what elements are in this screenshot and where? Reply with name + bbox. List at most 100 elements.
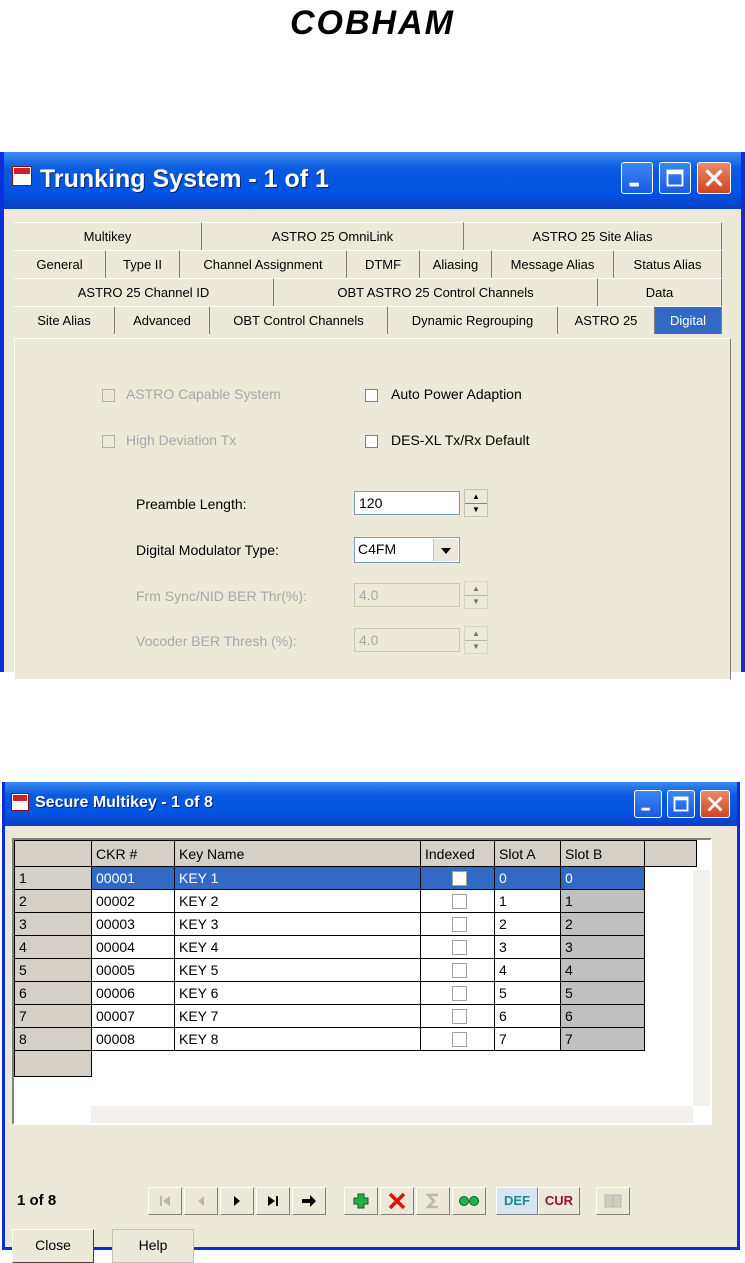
key-name-cell[interactable]: KEY 4 xyxy=(174,935,421,959)
indexed-cell[interactable] xyxy=(420,1027,495,1051)
ckr-cell[interactable]: 00004 xyxy=(91,935,175,959)
table-row[interactable]: 5 00005 KEY 5 44 xyxy=(14,958,697,982)
indexed-cell[interactable] xyxy=(420,981,495,1005)
table-row[interactable]: 4 00004 KEY 4 33 xyxy=(14,935,697,959)
indexed-cell[interactable] xyxy=(420,958,495,982)
tab-channel-assignment[interactable]: Channel Assignment xyxy=(180,250,347,278)
slot-a-cell[interactable]: 2 xyxy=(494,912,561,936)
column-header-slot-a[interactable]: Slot A xyxy=(494,840,561,867)
row-number[interactable]: 7 xyxy=(14,1004,92,1028)
digital-modulator-select[interactable]: C4FM xyxy=(354,537,460,563)
tab-dtmf[interactable]: DTMF xyxy=(347,250,420,278)
new-row[interactable] xyxy=(14,1050,697,1077)
tab-type-ii[interactable]: Type II xyxy=(106,250,180,278)
tab-astro25-site-alias[interactable]: ASTRO 25 Site Alias xyxy=(464,222,722,250)
ckr-cell[interactable]: 00005 xyxy=(91,958,175,982)
vocoder-spinner[interactable]: ▲ ▼ xyxy=(464,626,488,654)
multikey-title-bar[interactable]: Secure Multikey - 1 of 8 xyxy=(5,782,737,826)
multikey-minimize-button[interactable] xyxy=(634,790,662,818)
indexed-checkbox[interactable] xyxy=(452,1032,467,1048)
key-name-cell[interactable]: KEY 3 xyxy=(174,912,421,936)
indexed-cell[interactable] xyxy=(420,935,495,959)
link-records-button[interactable] xyxy=(452,1187,486,1215)
tab-multikey[interactable]: Multikey xyxy=(14,222,202,250)
indexed-checkbox[interactable] xyxy=(452,871,467,887)
row-number[interactable]: 1 xyxy=(14,866,92,890)
row-number[interactable]: 5 xyxy=(14,958,92,982)
new-row-header[interactable] xyxy=(14,1050,92,1077)
frm-sync-input[interactable]: 4.0 xyxy=(354,583,460,607)
add-record-button[interactable] xyxy=(344,1187,378,1215)
horizontal-scrollbar[interactable] xyxy=(91,1106,693,1123)
indexed-checkbox[interactable] xyxy=(452,963,467,979)
des-xl-checkbox[interactable] xyxy=(365,435,378,448)
key-name-cell[interactable]: KEY 8 xyxy=(174,1027,421,1051)
sort-button[interactable] xyxy=(416,1187,450,1215)
slot-a-cell[interactable]: 5 xyxy=(494,981,561,1005)
column-header-ckr[interactable]: CKR # xyxy=(91,840,175,867)
ckr-cell[interactable]: 00006 xyxy=(91,981,175,1005)
close-button-footer[interactable]: Close xyxy=(12,1229,94,1263)
row-number[interactable]: 8 xyxy=(14,1027,92,1051)
column-header-indexed[interactable]: Indexed xyxy=(420,840,495,867)
key-name-cell[interactable]: KEY 7 xyxy=(174,1004,421,1028)
frm-sync-spinner[interactable]: ▲ ▼ xyxy=(464,581,488,609)
current-values-button[interactable]: CUR xyxy=(538,1187,580,1215)
indexed-checkbox[interactable] xyxy=(452,986,467,1002)
close-button[interactable] xyxy=(697,162,731,194)
table-row[interactable]: 8 00008 KEY 8 77 xyxy=(14,1027,697,1051)
tab-aliasing[interactable]: Aliasing xyxy=(420,250,492,278)
key-name-cell[interactable]: KEY 2 xyxy=(174,889,421,913)
slot-a-cell[interactable]: 0 xyxy=(494,866,561,890)
key-name-cell[interactable]: KEY 1 xyxy=(174,866,421,890)
row-number[interactable]: 3 xyxy=(14,912,92,936)
table-row[interactable]: 1 00001 KEY 1 00 xyxy=(14,866,697,890)
previous-record-button[interactable] xyxy=(184,1187,218,1215)
tab-dynamic-regrouping[interactable]: Dynamic Regrouping xyxy=(388,306,558,334)
maximize-button[interactable] xyxy=(659,162,691,194)
delete-record-button[interactable] xyxy=(380,1187,414,1215)
row-number[interactable]: 2 xyxy=(14,889,92,913)
table-row[interactable]: 3 00003 KEY 3 22 xyxy=(14,912,697,936)
key-name-cell[interactable]: KEY 6 xyxy=(174,981,421,1005)
dropdown-arrow-icon[interactable] xyxy=(433,539,458,561)
table-row[interactable]: 7 00007 KEY 7 66 xyxy=(14,1004,697,1028)
slot-a-cell[interactable]: 7 xyxy=(494,1027,561,1051)
indexed-checkbox[interactable] xyxy=(452,917,467,933)
goto-record-button[interactable] xyxy=(292,1187,326,1215)
indexed-checkbox[interactable] xyxy=(452,894,467,910)
indexed-cell[interactable] xyxy=(420,889,495,913)
key-name-cell[interactable]: KEY 5 xyxy=(174,958,421,982)
multikey-close-button[interactable] xyxy=(700,790,730,818)
column-header-slot-b[interactable]: Slot B xyxy=(560,840,645,867)
slot-a-cell[interactable]: 1 xyxy=(494,889,561,913)
ckr-cell[interactable]: 00002 xyxy=(91,889,175,913)
next-record-button[interactable] xyxy=(220,1187,254,1215)
indexed-cell[interactable] xyxy=(420,912,495,936)
indexed-checkbox[interactable] xyxy=(452,1009,467,1025)
table-row[interactable]: 6 00006 KEY 6 55 xyxy=(14,981,697,1005)
tab-advanced[interactable]: Advanced xyxy=(115,306,210,334)
vocoder-input[interactable]: 4.0 xyxy=(354,628,460,652)
row-number[interactable]: 4 xyxy=(14,935,92,959)
help-button[interactable]: Help xyxy=(112,1229,194,1263)
title-bar[interactable]: Trunking System - 1 of 1 xyxy=(4,152,741,209)
tab-general[interactable]: General xyxy=(14,250,106,278)
tab-obt-astro25-control-channels[interactable]: OBT ASTRO 25 Control Channels xyxy=(274,278,598,306)
auto-power-adaption-checkbox[interactable] xyxy=(365,389,378,402)
book-button[interactable] xyxy=(596,1187,630,1215)
tab-astro25[interactable]: ASTRO 25 xyxy=(558,306,655,334)
astro-capable-checkbox[interactable] xyxy=(102,389,115,402)
indexed-checkbox[interactable] xyxy=(452,940,467,956)
tab-site-alias[interactable]: Site Alias xyxy=(14,306,115,334)
slot-a-cell[interactable]: 4 xyxy=(494,958,561,982)
multikey-maximize-button[interactable] xyxy=(667,790,695,818)
column-header-key-name[interactable]: Key Name xyxy=(174,840,421,867)
slot-b-cell[interactable]: 0 xyxy=(560,866,645,890)
high-deviation-checkbox[interactable] xyxy=(102,435,115,448)
tab-message-alias[interactable]: Message Alias xyxy=(492,250,614,278)
tab-data[interactable]: Data xyxy=(598,278,722,306)
ckr-cell[interactable]: 00001 xyxy=(91,866,175,890)
tab-astro25-omnilink[interactable]: ASTRO 25 OmniLink xyxy=(202,222,464,250)
tab-status-alias[interactable]: Status Alias xyxy=(614,250,722,278)
